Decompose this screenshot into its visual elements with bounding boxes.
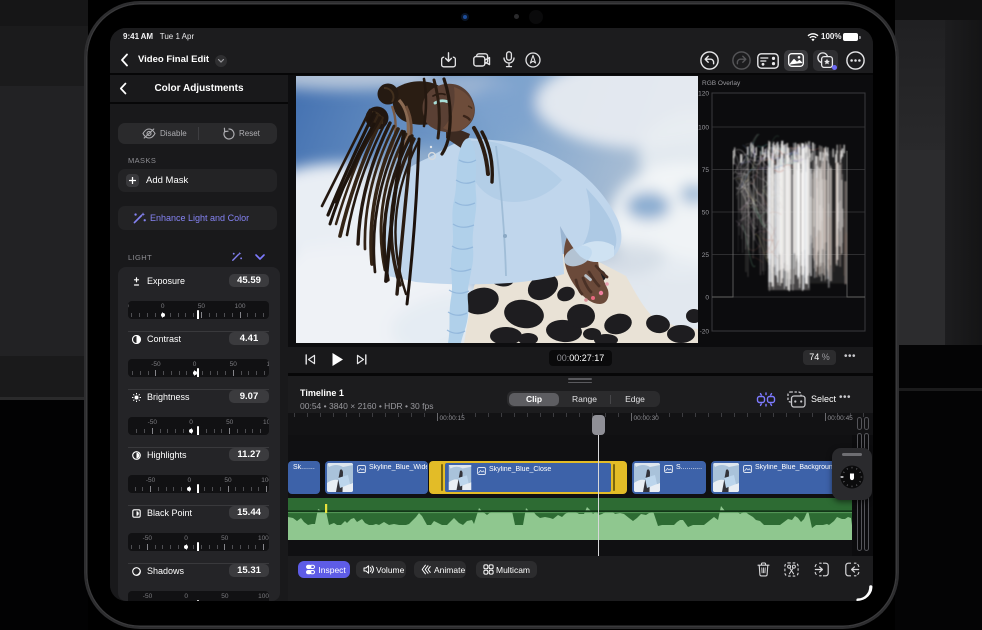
svg-text:-20: -20: [700, 329, 710, 336]
svg-text:25: 25: [702, 252, 710, 259]
svg-text:100: 100: [698, 125, 709, 132]
svg-text:50: 50: [702, 210, 710, 217]
svg-text:0: 0: [705, 295, 709, 302]
svg-text:120: 120: [698, 91, 709, 98]
svg-text:75: 75: [702, 167, 710, 174]
